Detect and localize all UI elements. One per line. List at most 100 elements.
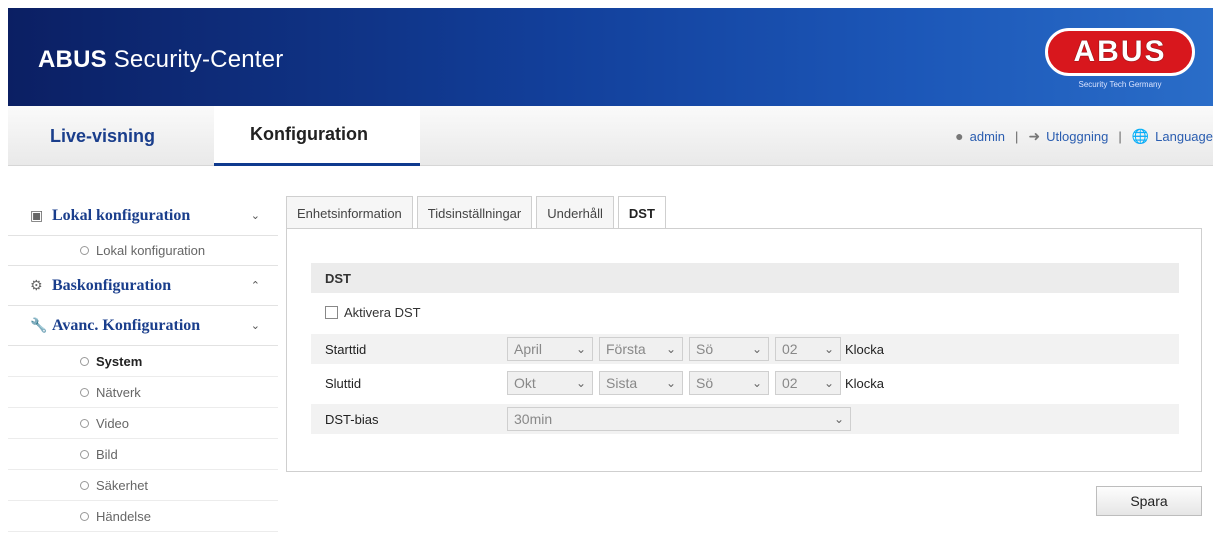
sidebar-item-label: Säkerhet (96, 477, 149, 493)
dst-panel: DST Aktivera DST Starttid April ⌄ Första… (286, 228, 1202, 472)
sidebar-section-local[interactable]: ▣ Lokal konfiguration ⌄ (8, 196, 278, 236)
sidebar: ▣ Lokal konfiguration ⌄ Lokal konfigurat… (8, 196, 278, 532)
tab-device-info[interactable]: Enhetsinformation (286, 196, 413, 229)
sidebar-section-advanced[interactable]: 🔧 Avanc. Konfiguration ⌄ (8, 306, 278, 346)
sidebar-section-label: Lokal konfiguration (52, 206, 191, 224)
end-time-row: Sluttid Okt ⌄ Sista ⌄ Sö ⌄ 02 ⌄ Klocka (311, 368, 1179, 398)
tab-time-settings[interactable]: Tidsinställningar (416, 196, 533, 229)
abus-logo: ABUS Security Tech Germany (1045, 28, 1195, 94)
nav-user-area: ● admin | ➜ Utloggning | 🌐 Language (955, 106, 1213, 166)
chevron-down-icon: ⌄ (665, 376, 676, 390)
section-title: DST (311, 263, 1179, 293)
select-value: 30min (514, 411, 553, 427)
monitor-icon: ▣ (30, 207, 44, 224)
globe-icon: 🌐 (1131, 127, 1150, 144)
settings-tabs: Enhetsinformation Tidsinställningar Unde… (286, 196, 670, 230)
bullet-icon (80, 480, 89, 490)
sidebar-item-label: Lokal konfiguration (96, 243, 206, 258)
tab-maintenance[interactable]: Underhåll (536, 196, 614, 229)
select-value: Sista (606, 375, 638, 391)
sidebar-item-label: Bild (96, 446, 118, 462)
start-day-select[interactable]: Sö ⌄ (689, 337, 769, 361)
sidebar-item-system[interactable]: System (8, 346, 278, 377)
save-button[interactable]: Spara (1096, 486, 1202, 516)
bullet-icon (80, 246, 89, 255)
sidebar-item-label: Video (96, 415, 130, 431)
start-hour-select[interactable]: 02 ⌄ (775, 337, 841, 361)
chevron-down-icon: ⌄ (751, 342, 762, 356)
sidebar-item-network[interactable]: Nätverk (8, 377, 278, 408)
end-time-label: Sluttid (325, 375, 362, 391)
bullet-icon (80, 387, 89, 397)
sidebar-section-basic[interactable]: ⚙ Baskonfiguration ⌃ (8, 266, 278, 306)
bullet-icon (80, 449, 89, 459)
sidebar-item-image[interactable]: Bild (8, 439, 278, 470)
end-hour-select[interactable]: 02 ⌄ (775, 371, 841, 395)
user-link[interactable]: admin (970, 129, 1005, 144)
logo-text: ABUS (1073, 35, 1167, 68)
dst-bias-row: DST-bias 30min ⌄ (311, 404, 1179, 434)
logout-link[interactable]: Utloggning (1046, 129, 1108, 144)
app-title-rest: Security-Center (113, 46, 284, 73)
app-title: ABUS Security-Center (38, 46, 283, 74)
end-month-select[interactable]: Okt ⌄ (507, 371, 593, 395)
bullet-icon (80, 418, 89, 428)
start-time-label: Starttid (325, 341, 367, 357)
bullet-icon (80, 356, 89, 366)
language-link[interactable]: Language (1155, 129, 1213, 144)
bullet-icon (80, 511, 89, 521)
sidebar-item-label: Händelse (96, 508, 151, 524)
end-time-suffix: Klocka (845, 375, 885, 391)
app-header: ABUS Security-Center ABUS Security Tech … (8, 8, 1213, 106)
enable-dst-row: Aktivera DST (325, 305, 421, 320)
chevron-down-icon: ⌄ (250, 209, 260, 222)
wrench-icon: 🔧 (30, 317, 48, 334)
nav-separator: | (1015, 128, 1019, 144)
enable-dst-label: Aktivera DST (344, 305, 421, 320)
nav-tab-live[interactable]: Live-visning (50, 106, 155, 166)
chevron-down-icon: ⌄ (575, 342, 586, 356)
sidebar-item-label: Nätverk (96, 384, 141, 400)
end-week-select[interactable]: Sista ⌄ (599, 371, 683, 395)
start-month-select[interactable]: April ⌄ (507, 337, 593, 361)
sidebar-item-video[interactable]: Video (8, 408, 278, 439)
sidebar-item-security[interactable]: Säkerhet (8, 470, 278, 501)
sidebar-section-label: Baskonfiguration (52, 276, 172, 294)
chevron-up-icon: ⌃ (250, 279, 260, 292)
chevron-down-icon: ⌄ (823, 376, 834, 390)
logo-tagline: Security Tech Germany (1078, 80, 1162, 89)
sidebar-section-label: Avanc. Konfiguration (52, 316, 201, 334)
app-title-bold: ABUS (38, 46, 107, 73)
sidebar-item-local-config[interactable]: Lokal konfiguration (8, 236, 278, 266)
select-value: April (514, 341, 543, 357)
gear-icon: ⚙ (30, 277, 43, 294)
start-week-select[interactable]: Första ⌄ (599, 337, 683, 361)
select-value: Sö (696, 375, 714, 391)
chevron-down-icon: ⌄ (823, 342, 834, 356)
nav-separator: | (1118, 128, 1122, 144)
select-value: 02 (782, 341, 798, 357)
dst-bias-select[interactable]: 30min ⌄ (507, 407, 851, 431)
logout-icon: ➜ (1028, 127, 1041, 144)
sidebar-item-label: System (96, 353, 143, 369)
chevron-down-icon: ⌄ (250, 319, 260, 332)
start-time-suffix: Klocka (845, 341, 885, 357)
chevron-down-icon: ⌄ (833, 412, 844, 426)
chevron-down-icon: ⌄ (751, 376, 762, 390)
start-time-row: Starttid April ⌄ Första ⌄ Sö ⌄ 02 ⌄ Kloc… (311, 334, 1179, 364)
select-value: Första (606, 341, 646, 357)
chevron-down-icon: ⌄ (575, 376, 586, 390)
enable-dst-checkbox[interactable] (325, 306, 338, 319)
select-value: Okt (514, 375, 536, 391)
select-value: 02 (782, 375, 798, 391)
chevron-down-icon: ⌄ (665, 342, 676, 356)
tab-dst[interactable]: DST (617, 196, 666, 230)
end-day-select[interactable]: Sö ⌄ (689, 371, 769, 395)
main-navbar: Live-visning Konfiguration ● admin | ➜ U… (8, 106, 1213, 166)
select-value: Sö (696, 341, 714, 357)
sidebar-item-event[interactable]: Händelse (8, 501, 278, 532)
nav-tab-config[interactable]: Konfiguration (214, 106, 420, 166)
logo-oval: ABUS (1045, 28, 1195, 76)
dst-bias-label: DST-bias (325, 411, 379, 427)
user-icon: ● (955, 128, 964, 144)
